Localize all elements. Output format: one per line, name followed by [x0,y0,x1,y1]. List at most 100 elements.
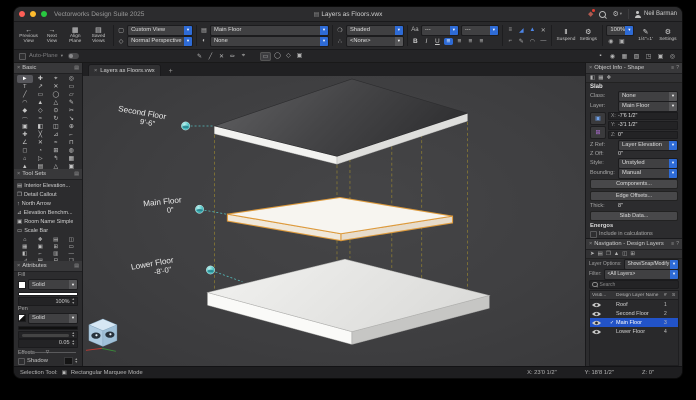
tool-set-item[interactable]: ↑North Arrow [14,199,82,208]
tool-icon[interactable]: ◧ [17,250,33,257]
walkthrough-icon[interactable]: ▣ [617,38,626,45]
visibility-eye-icon[interactable] [590,329,608,335]
tool-icon[interactable]: ✚ [33,75,49,83]
y-position-field[interactable]: Y:-3'1 1/2" [608,121,678,129]
line-type-field[interactable]: ▲▼ [18,331,78,339]
camera-icon[interactable]: ◉ [606,38,615,45]
tool-icon[interactable]: ↻ [48,115,64,123]
line-weight-field[interactable]: 0.05▲▼ [18,339,78,347]
class-icon[interactable]: ◐ [200,38,208,44]
font-dropdown[interactable]: ---▾ [421,25,459,36]
tool-icon[interactable]: ⊕ [64,123,80,131]
tool-set-item[interactable]: ⊿Elevation Benchm... [14,208,82,217]
close-window-button[interactable] [19,11,25,17]
tool-icon[interactable]: ◔ [33,147,49,155]
tool-icon[interactable]: ⊞ [48,147,64,155]
tool-icon[interactable]: ✕ [48,83,64,91]
tool-icon[interactable]: ▤ [48,236,64,243]
bold-button[interactable]: B [411,38,420,45]
palette-menu-icon[interactable]: ▤ [74,171,79,177]
previous-view-button[interactable]: ←Previous View [17,23,40,48]
tool-icon[interactable]: ≈ [48,139,64,147]
style-dropdown[interactable]: Unstyled▾ [618,158,678,169]
tool-icon[interactable]: ❖ [606,75,611,81]
tool-icon[interactable]: ◉ [608,53,617,60]
design-layer-row[interactable]: Lower Floor4 [590,327,678,336]
tool-icon[interactable]: ⊓ [64,139,80,147]
components-button[interactable]: Components... [590,179,678,189]
tool-icon[interactable]: ▤ [598,251,603,257]
tool-icon[interactable]: ◫ [48,123,64,131]
next-view-button[interactable]: →Next View [40,23,63,48]
snap-icon-1[interactable]: ⌐ [506,38,515,44]
stepper-icon[interactable]: ▲▼ [75,358,78,364]
tool-icon[interactable]: ⊞ [48,243,64,250]
tool-icon[interactable]: △ [48,99,64,107]
tool-icon[interactable]: ▦ [17,243,33,250]
navigation-palette-header[interactable]: × Navigation - Design Layers ≡ ? [586,239,682,250]
tool-icon[interactable]: ⌒ [17,115,33,123]
tool-icon[interactable]: ◯ [273,52,282,61]
lower-floor-slab[interactable] [208,259,490,344]
stepper-icon[interactable]: ▲▼ [72,298,75,304]
close-icon[interactable]: × [589,241,592,247]
tool-icon[interactable]: ↗ [33,83,49,91]
tool-icon[interactable]: ◍ [64,147,80,155]
tool-icon[interactable]: ⌖ [48,75,64,83]
drawing-canvas[interactable]: Second Floor 9'-6" Main Floor 0" Lower F… [83,76,585,366]
tool-icon[interactable]: ✕ [33,139,49,147]
bounding-dropdown[interactable]: Manual▾ [618,168,678,179]
view-mode-icon[interactable]: ▢ [117,27,125,34]
design-layers-header[interactable]: Visib... Design Layer Name # S [590,291,678,300]
tool-icon[interactable]: ✎ [195,53,204,60]
tool-icon[interactable]: ⊿ [48,131,64,139]
tool-icon[interactable]: ◳ [644,53,653,60]
italic-button[interactable]: I [422,38,431,45]
tool-icon[interactable]: ◇ [284,52,293,61]
close-icon[interactable]: × [17,171,20,177]
constraint-icon-1[interactable]: ≡ [506,27,515,33]
document-tab[interactable]: × Layers as Floors.vwx [88,64,161,76]
tool-icon[interactable]: ↘ [64,115,80,123]
font-size-dropdown[interactable]: ---▾ [461,25,499,36]
tool-icon[interactable]: ◇ [33,107,49,115]
palette-menu-icon[interactable]: ≡ [671,65,674,71]
close-icon[interactable]: × [17,65,20,71]
view-cube[interactable] [86,319,117,351]
tool-icon[interactable]: ╳ [33,131,49,139]
fill-style-dropdown[interactable]: Solid▾ [28,279,78,290]
render-mode-icon[interactable]: ❍ [336,27,344,34]
align-right-button[interactable]: ≡ [466,38,475,45]
constraint-icon-2[interactable]: ◢ [517,27,526,34]
tool-icon[interactable]: ◫ [622,251,627,257]
fill-swatch[interactable] [18,281,26,289]
tool-icon[interactable]: ✚ [17,131,33,139]
palette-menu-icon[interactable]: ≡ [671,241,674,247]
tool-icon[interactable]: ⌂ [17,236,33,243]
edge-offsets-button[interactable]: Edge Offsets... [590,191,678,201]
design-layer-row[interactable]: Second Floor2 [590,309,678,318]
tool-icon[interactable]: ▭ [33,91,49,99]
tool-icon[interactable]: ▣ [17,123,33,131]
tool-icon[interactable]: ✕ [217,53,226,60]
tool-icon[interactable]: ⌖ [239,53,248,60]
fill-color-bar[interactable] [18,292,78,296]
render-background-icon[interactable]: ∴ [336,38,344,45]
constraint-icon-4[interactable]: ✕ [539,27,548,34]
design-layer-row[interactable]: Roof1 [590,300,678,309]
tool-icon[interactable]: ▭ [64,243,80,250]
tool-icon[interactable]: ◻ [17,147,33,155]
text-style-icon[interactable]: Aa [411,27,419,33]
tool-icon[interactable]: ► [17,75,33,83]
fill-opacity-field[interactable]: 100%▲▼ [18,297,78,305]
palette-menu-icon[interactable]: ▤ [74,263,79,269]
visibility-eye-icon[interactable] [590,320,608,326]
tool-icon[interactable]: ❐ [606,251,611,257]
stepper-icon[interactable]: ▲▼ [72,332,75,338]
palette-menu-icon[interactable]: ▤ [74,65,79,71]
tool-icon[interactable]: ◫ [64,236,80,243]
snap-icon-4[interactable]: — [539,38,548,44]
tool-icon[interactable]: ▱ [64,91,80,99]
tool-icon[interactable]: ▦ [64,155,80,163]
tool-sets-palette-header[interactable]: × Tool Sets ▤ [14,169,82,180]
